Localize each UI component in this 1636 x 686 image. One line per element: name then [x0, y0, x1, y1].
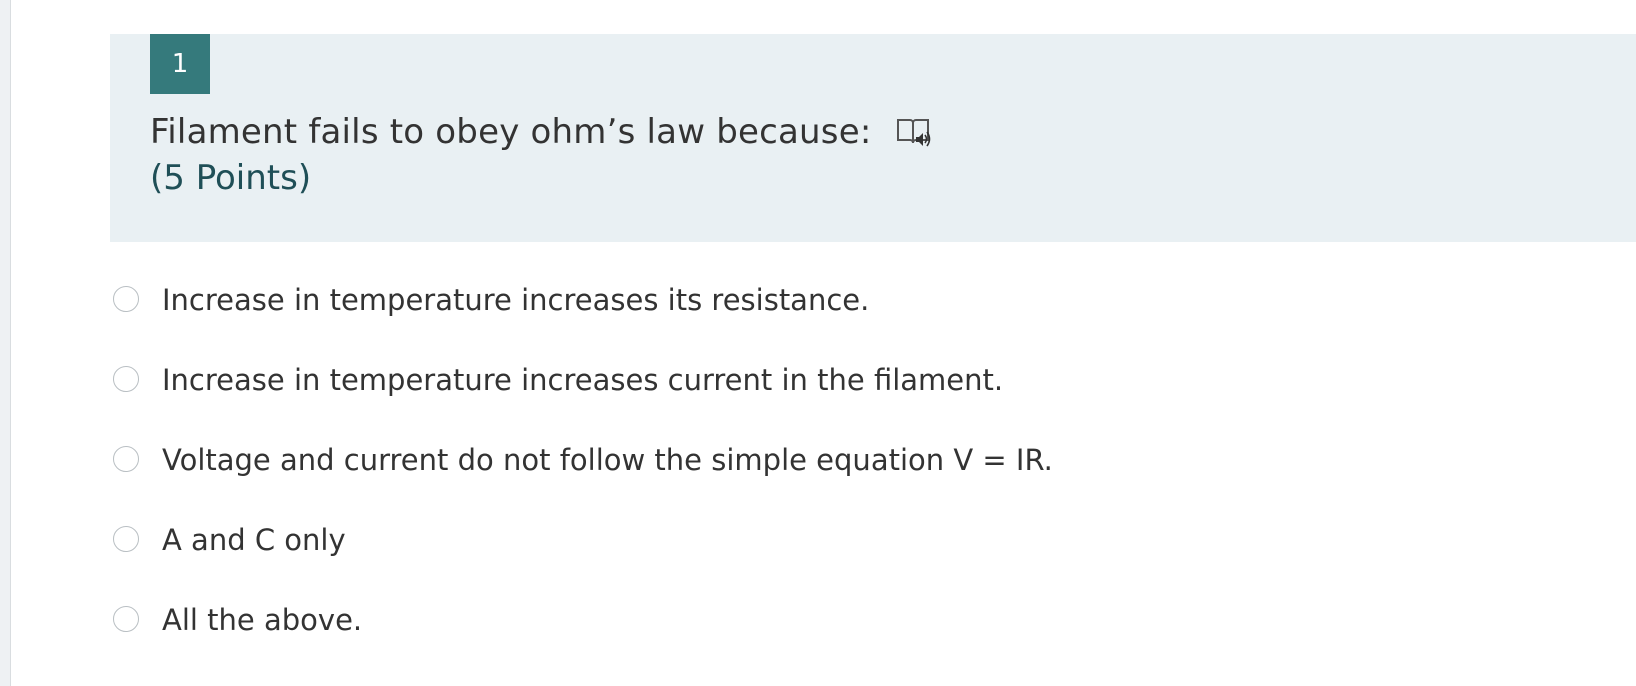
radio-button[interactable]: [113, 286, 139, 312]
question-points: (5 Points): [150, 158, 312, 198]
radio-button[interactable]: [113, 606, 139, 632]
answer-options: Increase in temperature increases its re…: [113, 272, 1053, 672]
answer-option-b[interactable]: Increase in temperature increases curren…: [113, 352, 1053, 432]
radio-button[interactable]: [113, 366, 139, 392]
question-card: 1 Filament fails to obey ohm’s law becau…: [110, 34, 1636, 242]
answer-option-label: Increase in temperature increases curren…: [162, 363, 1004, 397]
answer-option-c[interactable]: Voltage and current do not follow the si…: [113, 432, 1053, 512]
answer-option-label: A and C only: [162, 523, 346, 557]
answer-option-e[interactable]: All the above.: [113, 592, 1053, 672]
question-number-badge: 1: [150, 34, 210, 94]
question-title: Filament fails to obey ohm’s law because…: [150, 112, 872, 152]
radio-button[interactable]: [113, 446, 139, 472]
radio-button[interactable]: [113, 526, 139, 552]
immersive-reader-icon[interactable]: [894, 113, 932, 151]
answer-option-a[interactable]: Increase in temperature increases its re…: [113, 272, 1053, 352]
answer-option-label: Voltage and current do not follow the si…: [162, 443, 1053, 477]
answer-option-d[interactable]: A and C only: [113, 512, 1053, 592]
left-edge-panel: [0, 0, 11, 686]
answer-option-label: All the above.: [162, 603, 363, 637]
question-title-row: Filament fails to obey ohm’s law because…: [150, 112, 932, 152]
answer-option-label: Increase in temperature increases its re…: [162, 283, 870, 317]
